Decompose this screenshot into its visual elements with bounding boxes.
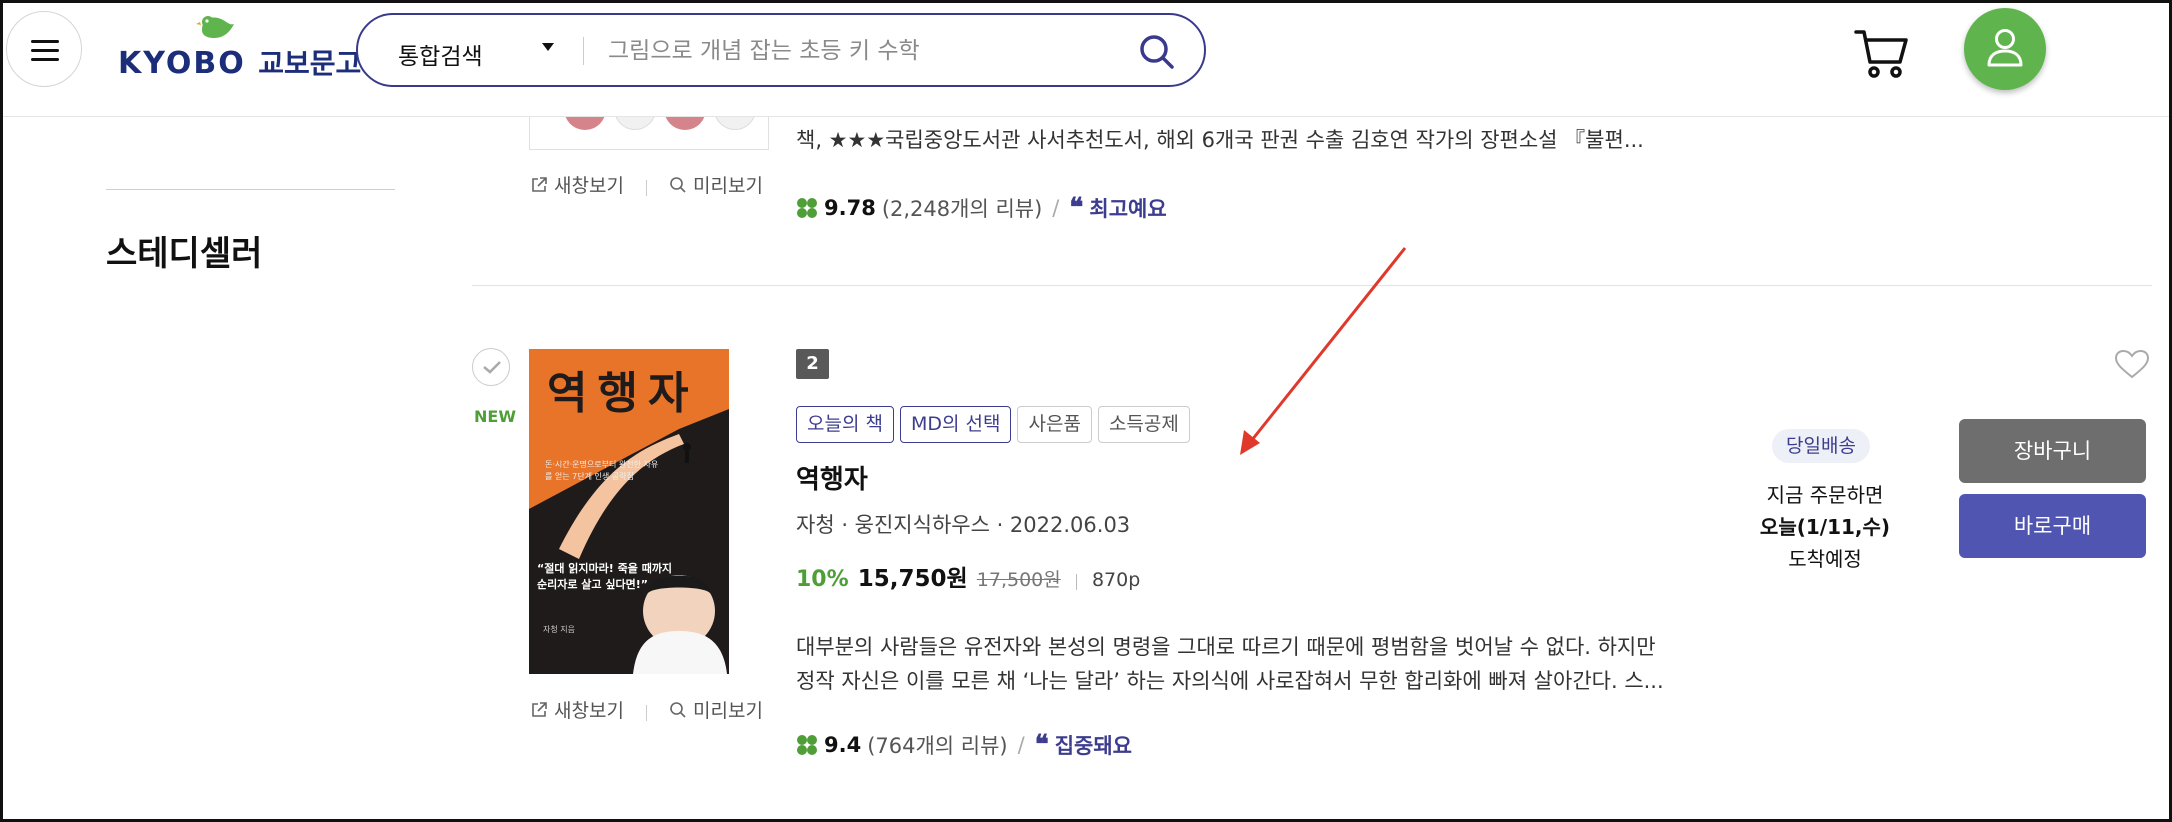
delivery-line-1: 지금 주문하면 xyxy=(1766,483,1884,507)
previous-new-window-link[interactable]: 새창보기 xyxy=(530,171,624,198)
same-day-delivery-badge: 당일배송 xyxy=(1772,429,1870,463)
clover-icon xyxy=(797,198,817,218)
check-icon xyxy=(483,361,501,374)
external-link-icon xyxy=(532,176,547,192)
description-line-1: 대부분의 사람들은 유전자와 본성의 명령을 그대로 따르기 때문에 평범함을 … xyxy=(796,635,1656,659)
page-count: 870p xyxy=(1091,569,1141,591)
bird-logo-icon xyxy=(196,16,234,38)
external-link-icon xyxy=(532,701,547,717)
cover-quote-line-2: 순리자로 살고 싶다면!” xyxy=(537,578,648,591)
search-category-select[interactable]: 통합검색 xyxy=(398,37,483,71)
quote-icon: ❝ xyxy=(1069,193,1084,223)
tag-md-pick: MD의 선택 xyxy=(899,406,1012,443)
rating-score: 9.4 xyxy=(824,733,862,757)
quote-icon: ❝ xyxy=(1034,730,1049,760)
review-count[interactable]: (764개의 리뷰) xyxy=(867,730,1007,760)
cart-icon[interactable] xyxy=(1854,28,1910,78)
original-price: 17,500원 xyxy=(976,569,1061,591)
rating-score: 9.78 xyxy=(824,196,876,220)
rank-badge: 2 xyxy=(796,349,829,379)
chevron-down-icon[interactable] xyxy=(542,43,554,51)
tag-todays-book: 오늘의 책 xyxy=(796,406,894,443)
previous-preview-link[interactable]: 미리보기 xyxy=(669,171,763,198)
book-title[interactable]: 역행자 xyxy=(796,459,868,496)
book-description[interactable]: 대부분의 사람들은 유전자와 본성의 명령을 그대로 따르기 때문에 평범함을 … xyxy=(796,630,1676,698)
description-line-2: 정작 자신은 이를 모른 채 ‘나는 달라’ 하는 자의식에 사로잡혀서 무한 … xyxy=(796,669,1664,693)
tag-gift: 사은품 xyxy=(1017,406,1092,443)
new-window-link[interactable]: 새창보기 xyxy=(530,696,624,723)
clover-icon xyxy=(797,735,817,755)
preview-label: 미리보기 xyxy=(693,175,763,197)
cover-quote-line-1: “절대 읽지마라! 죽을 때까지 xyxy=(537,562,673,575)
item-links: 새창보기 미리보기 xyxy=(530,696,763,724)
delivery-date: 오늘(1/11,수) xyxy=(1759,515,1891,539)
cover-subtitle: 돈·시간·운명으로부터 완전한 자유를 얻는 7단계 인생 공략집 xyxy=(545,460,659,481)
search-input[interactable] xyxy=(608,29,1128,73)
preview-label: 미리보기 xyxy=(693,700,763,722)
magnifier-icon xyxy=(670,176,686,193)
new-window-label: 새창보기 xyxy=(554,700,624,722)
delivery-line-3: 도착예정 xyxy=(1788,547,1862,571)
price-row: 10% 15,750원 17,500원 870p xyxy=(796,559,1140,593)
review-count[interactable]: (2,248개의 리뷰) xyxy=(882,193,1042,223)
previous-item-rating: 9.78 (2,248개의 리뷰) / ❝ 최고예요 xyxy=(796,193,1167,223)
heart-icon[interactable] xyxy=(2114,349,2150,379)
search-divider xyxy=(583,37,584,65)
book-cover-image[interactable]: 역행자 돈·시간·운명으로부터 완전한 자유를 얻는 7단계 인생 공략집 “절… xyxy=(529,349,729,674)
delivery-estimate: 지금 주문하면 오늘(1/11,수) 도착예정 xyxy=(1700,479,1950,575)
buy-now-button[interactable]: 바로구매 xyxy=(1959,494,2146,558)
user-account-button[interactable] xyxy=(1964,8,2046,90)
cover-author: 자청 지음 xyxy=(543,625,575,634)
select-item-checkbox[interactable] xyxy=(472,348,510,386)
previous-item-links: 새창보기 미리보기 xyxy=(530,171,763,199)
cover-title: 역행자 xyxy=(547,368,699,419)
sidebar-section-title: 스테디셀러 xyxy=(106,234,263,274)
sale-price: 15,750원 xyxy=(857,566,968,592)
magnifier-icon xyxy=(670,701,686,718)
hamburger-menu-button[interactable] xyxy=(6,11,82,87)
add-to-cart-button[interactable]: 장바구니 xyxy=(1959,419,2146,483)
item-rating: 9.4 (764개의 리뷰) / ❝ 집중돼요 xyxy=(796,730,1132,760)
cover-quote: “절대 읽지마라! 죽을 때까지 순리자로 살고 싶다면!” xyxy=(537,561,672,593)
discount-rate: 10% xyxy=(796,567,849,592)
kyobo-logo[interactable]: KYOBO 교보문고 xyxy=(118,12,361,82)
tag-tax-deduction: 소득공제 xyxy=(1097,406,1190,443)
new-window-label: 새창보기 xyxy=(554,175,624,197)
preview-link[interactable]: 미리보기 xyxy=(669,696,763,723)
new-badge: NEW xyxy=(474,407,516,426)
logo-text: KYOBO xyxy=(118,46,246,81)
review-keyword: 집중돼요 xyxy=(1054,734,1132,758)
site-header: KYOBO 교보문고 통합검색 xyxy=(0,0,2172,117)
search-bar: 통합검색 xyxy=(356,13,1206,87)
tag-list: 오늘의 책 MD의 선택 사은품 소득공제 xyxy=(796,406,1196,443)
sidebar-divider xyxy=(106,189,395,190)
user-icon xyxy=(1987,29,2023,67)
logo-korean-text: 교보문고 xyxy=(258,47,362,80)
previous-item-description[interactable]: 책, ★★★국립중앙도서관 사서추천도서, 해외 6개국 판권 수출 김호연 작… xyxy=(796,124,1644,154)
search-icon[interactable] xyxy=(1138,33,1176,71)
annotation-arrow-icon xyxy=(1240,247,1407,455)
review-keyword: 최고예요 xyxy=(1089,197,1167,221)
book-meta: 자청 · 웅진지식하우스 · 2022.06.03 xyxy=(796,513,1131,537)
